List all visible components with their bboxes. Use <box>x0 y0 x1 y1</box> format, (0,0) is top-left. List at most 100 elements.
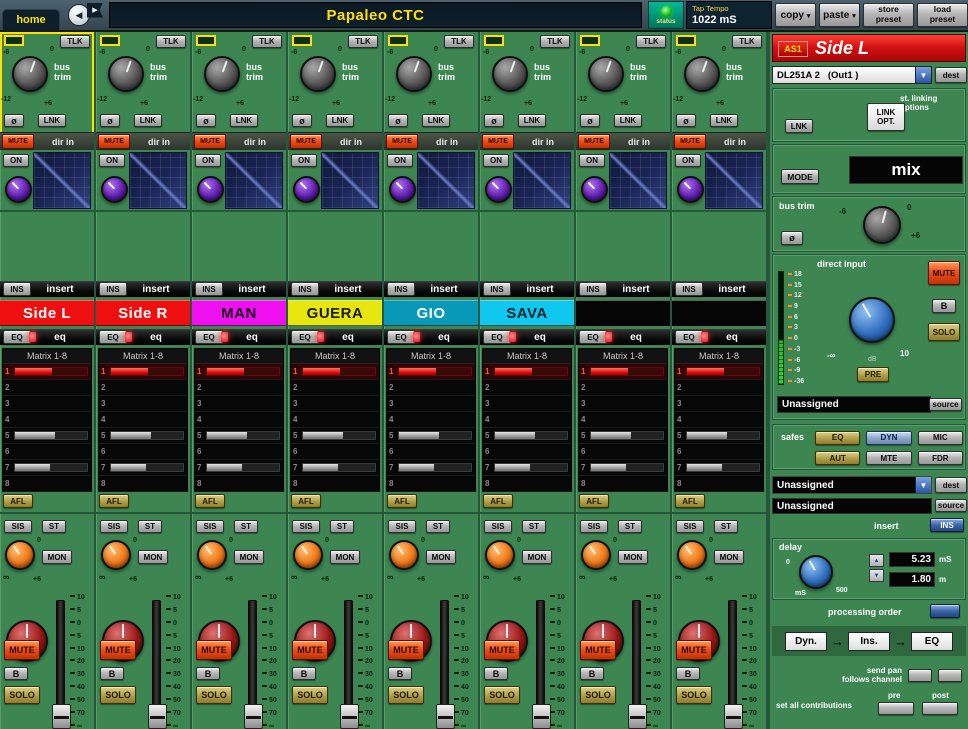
matrix-row[interactable]: 7 <box>99 460 187 476</box>
matrix-row[interactable]: 1 <box>195 364 283 380</box>
source-button[interactable]: source <box>935 499 967 512</box>
fader-track[interactable] <box>536 600 545 724</box>
fader-handle[interactable] <box>244 704 263 729</box>
channel-mute-button[interactable]: MUTE <box>4 640 40 660</box>
dropdown-arrow-icon[interactable]: ▼ <box>915 67 931 83</box>
matrix-row[interactable]: 7 <box>195 460 283 476</box>
matrix-row[interactable]: 8 <box>291 476 379 492</box>
pan-knob[interactable] <box>197 176 224 203</box>
b-button[interactable]: B <box>676 667 700 680</box>
fader-handle[interactable] <box>148 704 167 729</box>
afl-button[interactable]: AFL <box>3 494 33 508</box>
matrix-row[interactable]: 2 <box>483 380 571 396</box>
matrix-row[interactable]: 2 <box>675 380 763 396</box>
afl-button[interactable]: AFL <box>291 494 321 508</box>
select-indicator[interactable] <box>580 35 600 46</box>
matrix-row[interactable]: 7 <box>291 460 379 476</box>
bus-trim-knob[interactable] <box>396 56 432 92</box>
afl-button[interactable]: AFL <box>387 494 417 508</box>
on-button[interactable]: ON <box>387 154 413 167</box>
matrix-row[interactable]: 2 <box>579 380 667 396</box>
send-pan-button-2[interactable] <box>938 669 962 682</box>
fader-handle[interactable] <box>436 704 455 729</box>
fader-handle[interactable] <box>532 704 551 729</box>
matrix-row[interactable]: 5 <box>579 428 667 444</box>
matrix-row[interactable]: 2 <box>3 380 91 396</box>
dest-select[interactable]: Unassigned ▼ <box>772 476 932 494</box>
set-all-pre-button[interactable] <box>878 702 914 715</box>
response-graph[interactable] <box>225 152 283 209</box>
matrix-row[interactable]: 7 <box>483 460 571 476</box>
talkback-button[interactable]: TLK <box>348 35 378 48</box>
safe-fdr-button[interactable]: FDR <box>918 451 963 465</box>
stereo-button[interactable]: ST <box>138 520 162 533</box>
phase-button[interactable]: ø <box>196 114 216 127</box>
matrix-row[interactable]: 3 <box>483 396 571 412</box>
bus-trim-knob[interactable] <box>863 206 901 244</box>
insert-button[interactable]: INS <box>930 518 964 532</box>
insert-button[interactable]: INS <box>675 282 703 296</box>
mon-button[interactable]: MON <box>714 550 744 564</box>
fader-track[interactable] <box>632 600 641 724</box>
direct-input-mute-button[interactable]: MUTE <box>928 261 960 285</box>
channel-name[interactable]: Side R <box>96 300 190 326</box>
dropdown-arrow-icon[interactable]: ▼ <box>915 477 931 493</box>
channel-name[interactable]: SAVA <box>480 300 574 326</box>
bus-trim-knob[interactable] <box>588 56 624 92</box>
matrix-row[interactable]: 3 <box>675 396 763 412</box>
channel-name[interactable] <box>576 300 670 326</box>
solo-button[interactable]: SOLO <box>292 686 328 704</box>
talkback-button[interactable]: TLK <box>444 35 474 48</box>
matrix-row[interactable]: 2 <box>195 380 283 396</box>
matrix-row[interactable]: 2 <box>291 380 379 396</box>
link-button[interactable]: LNK <box>38 114 66 127</box>
matrix-row[interactable]: 8 <box>99 476 187 492</box>
b-button[interactable]: B <box>4 667 28 680</box>
stereo-button[interactable]: ST <box>618 520 642 533</box>
chain-eq-button[interactable]: EQ <box>911 632 953 651</box>
matrix-row[interactable]: 3 <box>387 396 475 412</box>
matrix-row[interactable]: 5 <box>99 428 187 444</box>
eq-button[interactable]: EQ <box>291 330 319 344</box>
eq-button[interactable]: EQ <box>579 330 607 344</box>
stereo-button[interactable]: ST <box>522 520 546 533</box>
matrix-row[interactable]: 5 <box>387 428 475 444</box>
matrix-row[interactable]: 6 <box>675 444 763 460</box>
matrix-row[interactable]: 4 <box>99 412 187 428</box>
input-mute-button[interactable]: MUTE <box>386 134 418 149</box>
load-preset-button[interactable]: loadpreset <box>917 3 968 27</box>
on-button[interactable]: ON <box>675 154 701 167</box>
eq-button[interactable]: EQ <box>483 330 511 344</box>
matrix-row[interactable]: 3 <box>99 396 187 412</box>
fader-handle[interactable] <box>724 704 743 729</box>
link-button[interactable]: LNK <box>422 114 450 127</box>
dest-button[interactable]: dest <box>935 477 967 493</box>
response-graph[interactable] <box>417 152 475 209</box>
matrix-row[interactable]: 6 <box>99 444 187 460</box>
channel-mute-button[interactable]: MUTE <box>100 640 136 660</box>
matrix-row[interactable]: 3 <box>291 396 379 412</box>
sis-button[interactable]: SIS <box>484 520 512 533</box>
phase-button[interactable]: ø <box>100 114 120 127</box>
safe-aut-button[interactable]: AUT <box>815 451 860 465</box>
link-button[interactable]: LNK <box>230 114 258 127</box>
select-indicator[interactable] <box>4 35 24 46</box>
channel-name[interactable] <box>672 300 766 326</box>
matrix-row[interactable]: 1 <box>3 364 91 380</box>
phase-button[interactable]: ø <box>4 114 24 127</box>
b-button[interactable]: B <box>292 667 316 680</box>
send-level-knob[interactable] <box>293 540 323 570</box>
insert-button[interactable]: INS <box>99 282 127 296</box>
on-button[interactable]: ON <box>195 154 221 167</box>
matrix-row[interactable]: 6 <box>195 444 283 460</box>
matrix-row[interactable]: 8 <box>387 476 475 492</box>
input-mute-button[interactable]: MUTE <box>674 134 706 149</box>
matrix-row[interactable]: 7 <box>675 460 763 476</box>
fader-track[interactable] <box>56 600 65 724</box>
pan-knob[interactable] <box>485 176 512 203</box>
b-button[interactable]: B <box>932 299 956 313</box>
solo-button[interactable]: SOLO <box>388 686 424 704</box>
pan-knob[interactable] <box>677 176 704 203</box>
b-button[interactable]: B <box>388 667 412 680</box>
input-mute-button[interactable]: MUTE <box>98 134 130 149</box>
